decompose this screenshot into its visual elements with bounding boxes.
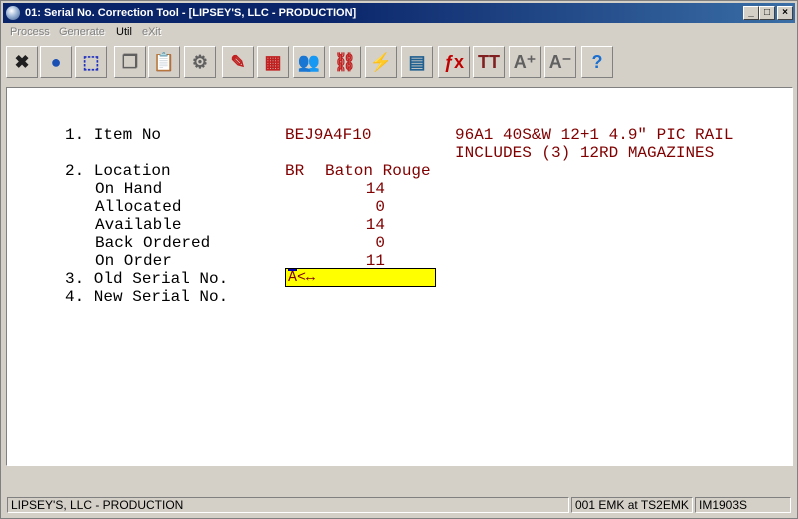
available-label: Available <box>95 216 182 234</box>
font-size-icon: TT <box>478 51 500 72</box>
minimize-button[interactable]: _ <box>743 6 759 20</box>
menu-generate[interactable]: Generate <box>59 26 105 38</box>
old-serial-input[interactable]: A<↔ <box>285 268 436 287</box>
lightning-button[interactable]: ⚡ <box>365 46 397 78</box>
edit-icon: ✎ <box>230 51 246 72</box>
back-ordered-label: Back Ordered <box>95 234 211 252</box>
globe-icon: ● <box>50 51 62 72</box>
form-screen: 1. Item No BEJ9A4F10 96A1 40S&W 12+1 4.9… <box>6 87 793 466</box>
app-window: 01: Serial No. Correction Tool - [LIPSEY… <box>0 0 798 519</box>
menu-exit[interactable]: eXit <box>142 26 161 38</box>
table-button[interactable]: ▦ <box>257 46 289 78</box>
lightning-icon: ⚡ <box>369 51 393 72</box>
menu-util[interactable]: Util <box>116 26 132 38</box>
item-no-value[interactable]: BEJ9A4F10 <box>285 126 371 144</box>
link-icon: ⛓ <box>333 51 357 72</box>
status-session: 001 EMK at TS2EMK <box>571 497 693 513</box>
available-value: 14 <box>365 216 385 234</box>
select-icon: ⬚ <box>82 51 100 72</box>
old-serial-value: A<↔ <box>288 269 316 286</box>
select-button[interactable]: ⬚ <box>75 46 107 78</box>
copy-icon: ❐ <box>121 51 139 72</box>
paste-icon: 📋 <box>152 51 176 72</box>
font-size-button[interactable]: TT <box>473 46 505 78</box>
font-decrease-button[interactable]: A⁻ <box>544 46 576 78</box>
status-company: LIPSEY'S, LLC - PRODUCTION <box>7 497 569 513</box>
menu-process[interactable]: Process <box>10 26 50 38</box>
users-icon: 👥 <box>297 51 321 72</box>
toolbar: ✖ ● ⬚ ❐ 📋 ⚙ ✎ ▦ 👥 ⛓ ⚡ ▤ ƒx TT A⁺ A⁻? <box>3 43 795 83</box>
calendar-icon: ▤ <box>408 51 426 72</box>
allocated-label: Allocated <box>95 198 182 216</box>
settings-button[interactable]: ⚙ <box>184 46 216 78</box>
old-serial-label: 3. Old Serial No. <box>65 270 229 288</box>
location-label: 2. Location <box>65 162 171 180</box>
window-title: 01: Serial No. Correction Tool - [LIPSEY… <box>25 7 357 19</box>
globe-button[interactable]: ● <box>40 46 72 78</box>
on-order-label: On Order <box>95 252 172 270</box>
table-icon: ▦ <box>264 51 282 72</box>
item-desc-line2: INCLUDES (3) 12RD MAGAZINES <box>455 144 715 162</box>
location-name: Baton Rouge <box>325 162 431 180</box>
back-ordered-value: 0 <box>375 234 385 252</box>
help-icon: ? <box>591 51 603 72</box>
users-button[interactable]: 👥 <box>293 46 325 78</box>
close-button[interactable]: × <box>777 6 793 20</box>
font-increase-button[interactable]: A⁺ <box>509 46 541 78</box>
function-icon: ƒx <box>443 51 465 72</box>
allocated-value: 0 <box>375 198 385 216</box>
new-serial-label: 4. New Serial No. <box>65 288 229 306</box>
location-code[interactable]: BR <box>285 162 304 180</box>
exit-button[interactable]: ✖ <box>6 46 38 78</box>
app-icon[interactable] <box>6 6 20 20</box>
item-desc-line1: 96A1 40S&W 12+1 4.9" PIC RAIL <box>455 126 734 144</box>
on-hand-label: On Hand <box>95 180 163 198</box>
calendar-button[interactable]: ▤ <box>401 46 433 78</box>
font-decrease-icon: A⁻ <box>548 51 572 72</box>
status-bar: LIPSEY'S, LLC - PRODUCTION 001 EMK at TS… <box>3 495 795 515</box>
edit-button[interactable]: ✎ <box>222 46 254 78</box>
exit-icon: ✖ <box>14 51 30 72</box>
title-bar: 01: Serial No. Correction Tool - [LIPSEY… <box>3 3 795 23</box>
item-no-label: 1. Item No <box>65 126 162 144</box>
maximize-button[interactable]: □ <box>759 6 775 20</box>
menu-bar: Process Generate Util eXit <box>3 23 795 42</box>
settings-icon: ⚙ <box>191 51 209 72</box>
help-button[interactable]: ? <box>581 46 613 78</box>
status-program: IM1903S <box>695 497 791 513</box>
text-cursor <box>288 269 297 271</box>
copy-button[interactable]: ❐ <box>114 46 146 78</box>
on-hand-value: 14 <box>365 180 385 198</box>
function-button[interactable]: ƒx <box>438 46 470 78</box>
font-increase-icon: A⁺ <box>513 51 537 72</box>
paste-button[interactable]: 📋 <box>148 46 180 78</box>
link-button[interactable]: ⛓ <box>329 46 361 78</box>
